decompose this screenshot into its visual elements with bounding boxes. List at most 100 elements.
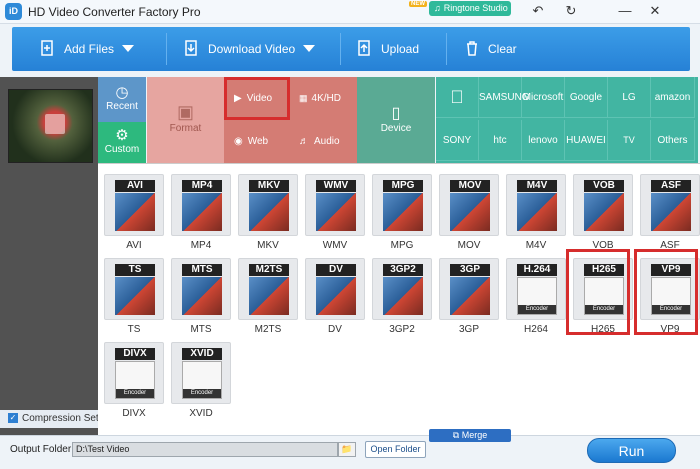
format-badge: MTS [182,264,222,276]
format-tile-mov[interactable]: MOV MOV [439,174,499,251]
format-badge: H.264 [517,264,557,276]
format-icon: AVI [104,174,164,236]
clear-button[interactable]: Clear [464,27,517,71]
format-image: Encoder [182,361,222,399]
format-badge: DIVX [115,348,155,360]
undo-icon[interactable]: ↶ [526,2,550,20]
format-tile-3gp2[interactable]: 3GP2 3GP2 [372,258,432,335]
add-file-icon [41,40,53,56]
open-folder-button[interactable]: Open Folder [365,441,426,458]
folder-icon[interactable]: 📁 [338,442,356,457]
brand-huawei-logo[interactable]: HUAWEI [565,120,608,161]
checkbox-icon[interactable]: ✓ [8,413,18,424]
format-tile-m2ts[interactable]: M2TS M2TS [238,258,298,335]
format-tile-h264[interactable]: H.264 Encoder H264 [506,258,566,335]
format-badge: VOB [584,180,624,192]
close-button[interactable]: ✕ [643,2,667,20]
htc-logo: htc [493,135,507,146]
minimize-button[interactable]: — [613,2,637,20]
add-files-button[interactable]: Add Files [40,27,135,71]
format-tile-asf[interactable]: ASF ASF [640,174,700,251]
brand-tv-icon[interactable]: TV [608,120,651,161]
format-tile-3gp[interactable]: 3GP 3GP [439,258,499,335]
format-image [249,193,289,231]
brand-google-logo[interactable]: Google [565,77,608,118]
recent-label: Recent [106,101,138,112]
format-icon: WMV [305,174,365,236]
format-icon: MPG [372,174,432,236]
format-badge: MPG [383,180,423,192]
format-tile-wmv[interactable]: WMV WMV [305,174,365,251]
audio-label: Audio [314,136,340,147]
format-tile-mp4[interactable]: MP4 MP4 [171,174,231,251]
format-tile-mpg[interactable]: MPG MPG [372,174,432,251]
apple-icon:  [450,87,464,107]
format-image [651,193,691,231]
format-tile-avi[interactable]: AVI AVI [104,174,164,251]
brand-sony-logo[interactable]: SONY [436,120,479,161]
upload-button[interactable]: Upload [357,27,419,71]
format-image [316,277,356,315]
format-tile-dv[interactable]: DV DV [305,258,365,335]
format-tile-ts[interactable]: TS TS [104,258,164,335]
brand-lenovo-logo[interactable]: lenovo [522,120,565,161]
format-tile-divx[interactable]: DIVX Encoder DIVX [104,342,164,419]
tab-recent[interactable]: ◷ Recent [98,77,146,122]
format-image: Encoder [517,277,557,315]
format-label: MOV [457,240,481,251]
format-label: Format [169,123,202,134]
sony-logo: SONY [442,135,472,146]
tab-4k-hd[interactable]: ▦ 4K/HD [291,77,357,120]
ringtone-studio-label: Ringtone Studio [443,3,508,13]
brand-samsung-logo[interactable]: SAMSUNG [479,77,530,118]
ringtone-studio-button[interactable]: ♫ Ringtone Studio [429,1,511,16]
tab-custom[interactable]: ⚙ Custom [98,122,146,163]
tab-audio[interactable]: ♬ Audio [291,120,357,163]
format-icon: MKV [238,174,298,236]
format-badge: M2TS [249,264,289,276]
gear-icon: ⚙ [115,127,129,144]
format-image [584,193,624,231]
brand-htc-logo[interactable]: htc [479,120,522,161]
output-folder-field[interactable]: D:\Test Video [72,442,338,457]
brand-apple-icon[interactable]:  [436,77,479,118]
tab-web[interactable]: ◉ Web [224,120,291,163]
encoder-tag: Encoder [183,389,221,398]
format-tile-m4v[interactable]: M4V M4V [506,174,566,251]
format-tile-xvid[interactable]: XVID Encoder XVID [171,342,231,419]
format-label: 3GP [458,324,479,335]
device-label: Device [380,123,412,134]
fourk-label: 4K/HD [311,93,341,104]
format-icon: DV [305,258,365,320]
format-label: 3GP2 [389,324,415,335]
format-badge: MP4 [182,180,222,192]
format-image [316,193,356,231]
format-badge: 3GP [450,264,490,276]
chevron-down-icon [303,45,316,53]
format-tile-mts[interactable]: MTS MTS [171,258,231,335]
others-label: Others [657,135,688,146]
download-video-button[interactable]: Download Video [184,27,316,71]
tab-format[interactable]: ▣ Format [147,77,224,163]
format-badge: AVI [115,180,155,192]
brand-microsoft-logo[interactable]: Microsoft [522,77,565,118]
format-tile-vob[interactable]: VOB VOB [573,174,633,251]
format-icon: MTS [171,258,231,320]
run-button[interactable]: Run [587,438,676,463]
tab-device[interactable]: ▯ Device [357,77,435,163]
compression-settings[interactable]: ✓ Compression Settings [0,410,98,428]
file-list-panel [0,77,98,435]
format-tile-mkv[interactable]: MKV MKV [238,174,298,251]
merge-button[interactable]: ⧉ Merge [429,429,511,442]
custom-label: Custom [104,144,140,155]
brand-amazon-logo[interactable]: amazon [651,77,695,118]
amazon-logo: amazon [654,92,691,103]
merge-icon: ⧉ [452,430,462,440]
brand-others-label[interactable]: Others [651,120,695,161]
brand-lg-logo[interactable]: LG [608,77,651,118]
video-thumbnail[interactable] [8,89,93,163]
format-icon: XVID Encoder [171,342,231,404]
bottom-bar: ⧉ Merge Output Folder: D:\Test Video 📁 O… [0,429,700,469]
refresh-icon[interactable]: ↻ [559,2,583,20]
format-badge: MOV [450,180,490,192]
